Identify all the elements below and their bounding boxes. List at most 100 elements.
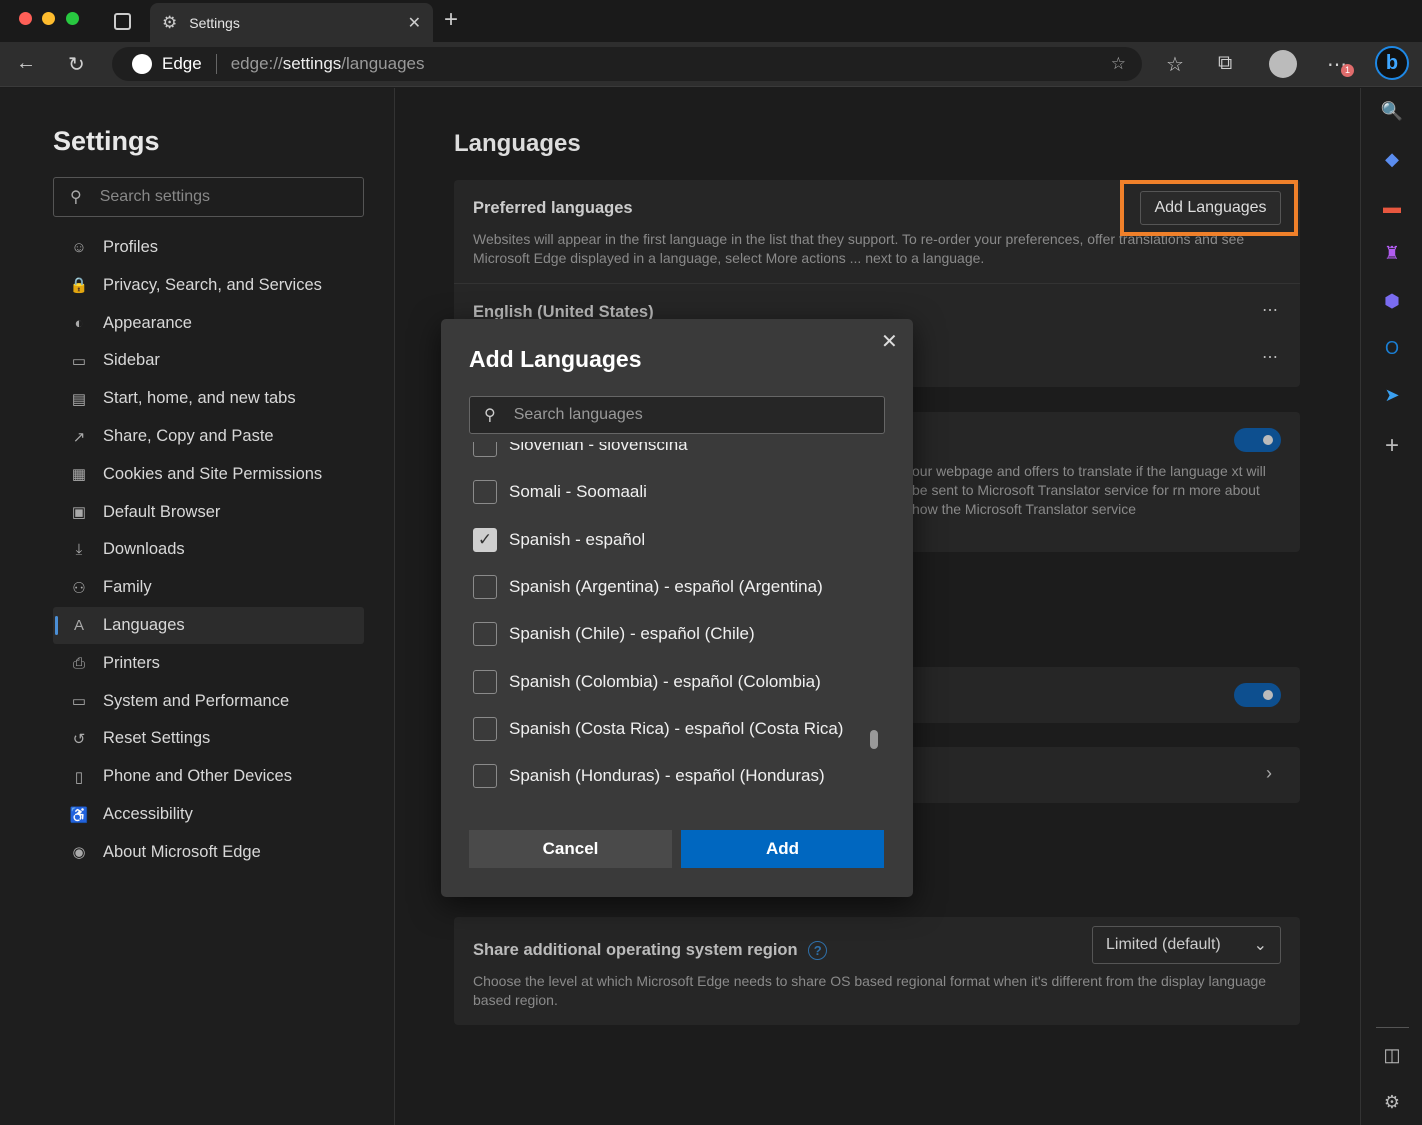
sidebar-item-phone-and-other-devices[interactable]: ▯ Phone and Other Devices [53, 758, 364, 795]
checkbox[interactable] [473, 622, 497, 647]
region-select[interactable]: Limited (default) ⌄ [1092, 926, 1281, 964]
checkbox[interactable] [473, 716, 497, 741]
printer-icon: ⎙ [72, 654, 85, 672]
collections-icon[interactable]: ⧉ [1218, 52, 1232, 75]
sidebar-item-default-browser[interactable]: ▣ Default Browser [53, 494, 364, 531]
region-desc: Choose the level at which Microsoft Edge… [473, 973, 1267, 1008]
help-icon[interactable]: ? [808, 941, 828, 960]
chevron-down-icon: ⌄ [1253, 937, 1267, 954]
search-icon: ⚲ [484, 407, 496, 424]
sidebar-item-label: Appearance [103, 313, 192, 332]
minimize-window-button[interactable] [42, 12, 55, 25]
drop-icon[interactable]: ➤ [1380, 383, 1404, 407]
sidebar-item-about-microsoft-edge[interactable]: ◉ About Microsoft Edge [53, 834, 364, 871]
language-option-label: Spanish - español [509, 529, 646, 549]
search-icon[interactable]: 🔍 [1380, 99, 1404, 123]
sidebar-item-share-copy-and-paste[interactable]: ↗ Share, Copy and Paste [53, 418, 364, 455]
refresh-button[interactable]: ↻ [68, 52, 85, 77]
translate-desc: our webpage and offers to translate if t… [912, 463, 1266, 517]
close-tab-icon[interactable]: ✕ [408, 13, 421, 33]
sidebar-item-family[interactable]: ⚇ Family [53, 569, 364, 606]
copilot-icon[interactable]: b [1375, 46, 1409, 80]
sidebar-settings-icon[interactable]: ⚙ [1380, 1090, 1404, 1114]
microsoft365-icon[interactable]: ⬢ [1380, 289, 1404, 313]
sidebar-item-appearance[interactable]: ◐ Appearance [53, 305, 364, 342]
scrollbar-thumb[interactable] [870, 730, 878, 749]
checkbox[interactable] [473, 480, 497, 505]
page-title: Languages [454, 130, 581, 157]
address-divider [215, 54, 217, 74]
checkbox[interactable] [473, 574, 497, 599]
language-option[interactable]: Spanish (Argentina) - español (Argentina… [473, 574, 823, 600]
sidebar-item-privacy-search-and-services[interactable]: 🔒 Privacy, Search, and Services [53, 267, 364, 304]
sidebar-item-label: Default Browser [103, 502, 221, 521]
shopping-tag-icon[interactable]: ◆ [1380, 147, 1404, 171]
favorites-icon[interactable]: ☆ [1166, 52, 1184, 77]
edge-logo-icon [132, 54, 152, 74]
outlook-icon[interactable]: O [1380, 336, 1404, 360]
tools-icon[interactable]: ▬ [1380, 195, 1404, 219]
profile-avatar[interactable] [1269, 50, 1297, 78]
more-actions-icon[interactable]: ⋯ [1262, 300, 1278, 320]
sidebar-item-label: Reset Settings [103, 729, 211, 748]
checkbox[interactable]: ✓ [473, 527, 497, 552]
new-tab-button[interactable]: + [444, 6, 458, 34]
checkbox[interactable] [473, 669, 497, 694]
language-option-label: Spanish (Costa Rica) - español (Costa Ri… [509, 718, 844, 738]
sidebar-item-start-home-and-new-tabs[interactable]: ▤ Start, home, and new tabs [53, 380, 364, 417]
search-settings-input[interactable]: ⚲ Search settings [53, 177, 364, 217]
url-path: settings [282, 54, 342, 73]
language-option-label: Spanish (Colombia) - español (Colombia) [509, 671, 821, 691]
sidebar-item-reset-settings[interactable]: ↺ Reset Settings [53, 720, 364, 757]
language-options-list[interactable]: Slovenian - slovenščina Somali - Soomaali… [441, 442, 913, 812]
add-favorite-icon[interactable]: ☆ [1111, 54, 1126, 74]
address-bar[interactable]: Edge edge://settings/languages ☆ [112, 47, 1142, 81]
sidebar-item-label: Sidebar [103, 351, 160, 370]
language-option[interactable]: Spanish (Honduras) - español (Honduras) [473, 763, 825, 789]
sidebar-item-accessibility[interactable]: ♿ Accessibility [53, 796, 364, 833]
hide-sidebar-icon[interactable]: ◫ [1380, 1043, 1404, 1067]
close-dialog-icon[interactable]: ✕ [881, 329, 898, 354]
sidebar-item-profiles[interactable]: ☺ Profiles [53, 229, 364, 266]
cookies-icon: ▦ [71, 466, 87, 484]
back-button[interactable]: ← [16, 52, 36, 75]
add-button[interactable]: Add [681, 830, 884, 868]
add-sidebar-app-icon[interactable]: + [1380, 434, 1404, 458]
language-option[interactable]: Spanish (Colombia) - español (Colombia) [473, 669, 821, 695]
region-title: Share additional operating system region… [473, 941, 828, 960]
sidebar-item-printers[interactable]: ⎙ Printers [53, 645, 364, 682]
more-actions-icon[interactable]: ⋯ [1262, 347, 1278, 367]
checkbox[interactable] [473, 764, 497, 789]
sidebar-item-label: Share, Copy and Paste [103, 427, 274, 445]
tab-settings[interactable]: ⚙ Settings ✕ [150, 3, 433, 42]
language-option-label: Somali - Soomaali [509, 482, 647, 502]
search-languages-input[interactable]: ⚲ Search languages [469, 396, 885, 434]
checkbox[interactable] [473, 442, 497, 457]
close-window-button[interactable] [19, 12, 32, 25]
language-option[interactable]: Slovenian - slovenščina [473, 442, 688, 458]
language-option[interactable]: Spanish (Costa Rica) - español (Costa Ri… [473, 716, 843, 742]
language-option-label: Spanish (Argentina) - español (Argentina… [509, 576, 823, 596]
setting-toggle[interactable] [1234, 683, 1281, 707]
search-icon: ⚲ [70, 189, 82, 206]
family-icon: ⚇ [72, 579, 86, 597]
sidebar-item-system-and-performance[interactable]: ▭ System and Performance [53, 683, 364, 720]
sidebar-item-cookies-and-site-permissions[interactable]: ▦ Cookies and Site Permissions [53, 456, 364, 493]
add-languages-button[interactable]: Add Languages [1140, 191, 1281, 225]
reset-icon: ↺ [72, 730, 86, 748]
region-card: Share additional operating system region… [454, 917, 1300, 1025]
language-option[interactable]: Somali - Soomaali [473, 479, 647, 505]
tab-actions-icon[interactable] [114, 13, 131, 30]
palette-icon: ◐ [74, 314, 84, 332]
translate-toggle[interactable] [1234, 428, 1281, 452]
language-option-label: Slovenian - slovenščina [509, 442, 688, 454]
language-option[interactable]: Spanish (Chile) - español (Chile) [473, 621, 755, 647]
sidebar-item-sidebar[interactable]: ▭ Sidebar [53, 342, 364, 379]
maximize-window-button[interactable] [66, 12, 79, 25]
language-option[interactable]: ✓ Spanish - español [473, 527, 645, 553]
sidebar-item-languages[interactable]: A Languages [53, 607, 364, 644]
cancel-button[interactable]: Cancel [469, 830, 672, 868]
settings-sidebar: Settings ⚲ Search settings ☺ Profiles 🔒 Pri… [0, 88, 395, 1125]
games-icon[interactable]: ♜ [1380, 241, 1404, 265]
sidebar-item-downloads[interactable]: ⤓ Downloads [53, 531, 364, 568]
